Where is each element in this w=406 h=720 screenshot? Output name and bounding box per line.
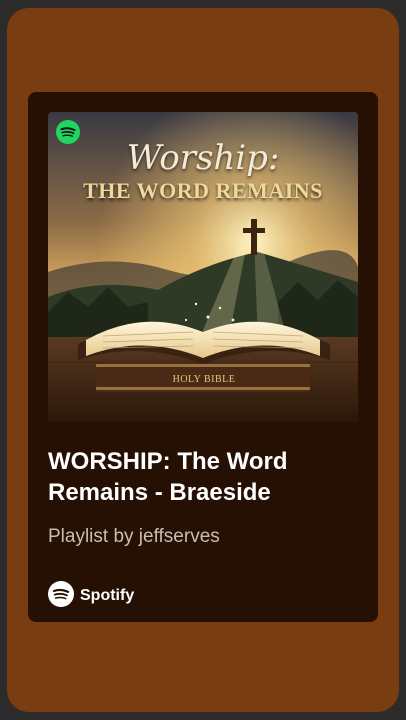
playlist-card[interactable]: Worship: THE WORD REMAINS HOLY BIBLE WOR… — [28, 92, 378, 622]
cross-shape — [251, 219, 257, 255]
spotify-logo-icon — [48, 580, 74, 612]
spotify-brand-link[interactable]: Spotify — [48, 580, 135, 612]
cover-title-script: Worship: — [126, 138, 280, 178]
playlist-owner[interactable]: Playlist by jeffserves — [48, 526, 220, 548]
playlist-cover-art[interactable]: Worship: THE WORD REMAINS HOLY BIBLE — [48, 112, 358, 422]
spotify-wordmark: Spotify — [80, 587, 135, 604]
cover-title-main: THE WORD REMAINS — [83, 178, 323, 203]
playlist-title[interactable]: WORSHIP: The Word Remains - Braeside — [48, 446, 368, 508]
embed-frame: Worship: THE WORD REMAINS HOLY BIBLE WOR… — [7, 8, 399, 712]
bible-label: HOLY BIBLE — [172, 374, 236, 385]
